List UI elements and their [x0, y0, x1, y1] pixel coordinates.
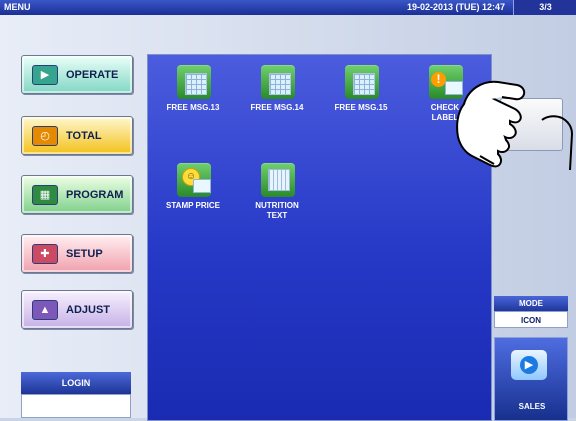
login-header: LOGIN: [21, 372, 131, 394]
nutrition-icon: [268, 169, 290, 191]
page-indicator: 3/3: [513, 0, 576, 15]
document-icon: [185, 73, 207, 95]
login-field[interactable]: [21, 394, 131, 418]
sales-button[interactable]: ▶ SALES: [494, 337, 568, 421]
adjust-label: ADJUST: [66, 303, 111, 316]
free-msg-13-item[interactable]: FREE MSG.13: [154, 61, 232, 139]
price-tag-icon: [193, 179, 211, 193]
adjust-icon: ▲: [32, 299, 58, 320]
mode-value[interactable]: ICON: [494, 311, 568, 328]
free-message-icon: [261, 65, 295, 99]
top-bar: MENU 19-02-2013 (TUE) 12:47 3/3: [0, 0, 576, 15]
program-button[interactable]: ▦ PROGRAM: [21, 175, 133, 214]
operate-button[interactable]: ▶ OPERATE: [21, 55, 133, 94]
free-msg-15-item[interactable]: FREE MSG.15: [322, 61, 400, 139]
nutrition-line-1: NUTRITION: [255, 201, 299, 210]
screen-frame: ▶ OPERATE ◴ TOTAL ▦ PROGRAM ✚ SETUP ▲ AD…: [0, 15, 576, 421]
arrow-icon: ▶: [520, 356, 538, 374]
window-title: MENU: [4, 2, 31, 12]
sales-label: SALES: [518, 402, 546, 411]
nutrition-text-label: NUTRITION TEXT: [238, 201, 316, 221]
main-menu-panel: FREE MSG.13 FREE MSG.14 FREE MSG.15 ! CH…: [147, 54, 492, 421]
nutrition-line-2: TEXT: [266, 211, 288, 220]
free-msg-14-item[interactable]: FREE MSG.14: [238, 61, 316, 139]
program-label: PROGRAM: [66, 188, 124, 201]
nutrition-text-icon: [261, 163, 295, 197]
book-icon: ▦: [32, 184, 58, 205]
free-msg-13-label: FREE MSG.13: [166, 103, 220, 112]
free-message-icon: [345, 65, 379, 99]
nutrition-text-item[interactable]: NUTRITION TEXT: [238, 159, 316, 237]
total-button[interactable]: ◴ TOTAL: [21, 116, 133, 155]
adjust-button[interactable]: ▲ ADJUST: [21, 290, 133, 329]
sales-icon: ▶: [511, 350, 547, 380]
document-icon: [353, 73, 375, 95]
play-icon: ▶: [32, 64, 58, 85]
free-msg-14-label: FREE MSG.14: [250, 103, 304, 112]
free-message-icon: [177, 65, 211, 99]
mode-header: MODE: [494, 296, 568, 311]
date-time: 19-02-2013 (TUE) 12:47: [407, 2, 506, 12]
setup-label: SETUP: [66, 247, 103, 260]
clock-icon: ◴: [32, 125, 58, 146]
operate-label: OPERATE: [66, 68, 119, 81]
wrench-icon: ✚: [32, 243, 58, 264]
document-icon: [269, 73, 291, 95]
stamp-price-label: STAMP PRICE: [166, 201, 220, 210]
free-msg-15-label: FREE MSG.15: [334, 103, 388, 112]
stamp-price-item[interactable]: ☺ STAMP PRICE: [154, 159, 232, 237]
stamp-price-icon: ☺: [177, 163, 211, 197]
pointing-hand-icon: [456, 80, 574, 170]
setup-button[interactable]: ✚ SETUP: [21, 234, 133, 273]
total-label: TOTAL: [66, 129, 102, 142]
warning-icon: !: [431, 72, 446, 87]
